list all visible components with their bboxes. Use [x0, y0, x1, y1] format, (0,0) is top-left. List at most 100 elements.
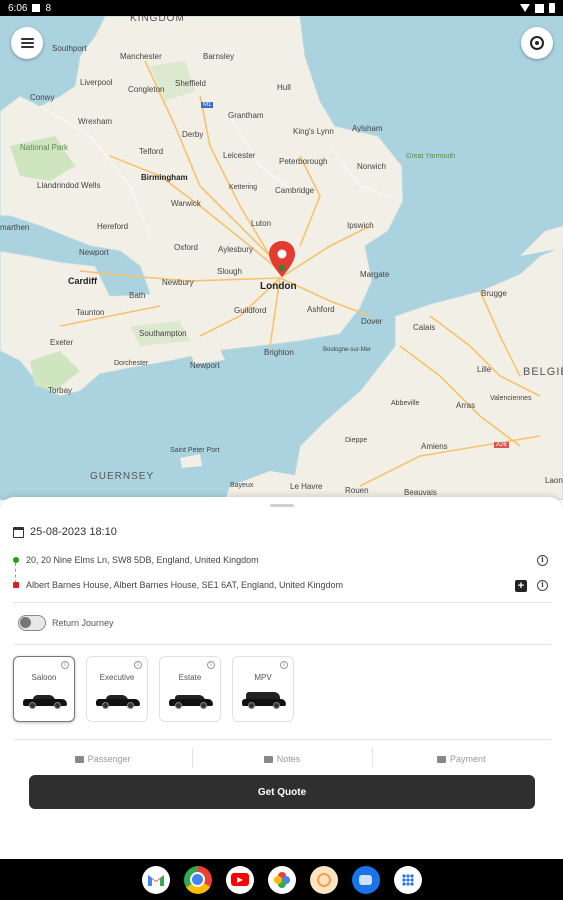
map-label: GUERNSEY	[90, 471, 155, 482]
tab-passenger[interactable]: Passenger	[13, 740, 192, 778]
map-label: Valenciennes	[490, 395, 532, 402]
tab-label: Payment	[450, 754, 486, 764]
map-label: Bath	[129, 291, 146, 300]
datetime-text: 25-08-2023 18:10	[30, 526, 117, 538]
my-location-button[interactable]	[521, 27, 553, 59]
tab-notes[interactable]: Notes	[192, 740, 371, 778]
map-label: Wrexham	[78, 117, 113, 126]
map-label: Leicester	[223, 151, 256, 160]
pickup-info-icon[interactable]: i	[537, 555, 548, 566]
map-label: Laon	[545, 476, 563, 485]
map-label: KINGDOM	[130, 16, 185, 24]
map-label-london: London	[260, 281, 297, 292]
map-label: Dorchester	[114, 360, 149, 367]
map-label: Southampton	[139, 329, 187, 338]
app-drawer-icon[interactable]	[393, 865, 422, 894]
map-label: Amiens	[421, 442, 448, 451]
map-label: Cardiff	[68, 276, 97, 286]
map-label: Congleton	[128, 85, 165, 94]
map-label: A26	[494, 442, 509, 448]
vehicle-name: Saloon	[31, 673, 57, 682]
map-label: Lille	[477, 365, 492, 374]
dropoff-address-text: Albert Barnes House, Albert Barnes House…	[26, 580, 344, 590]
divider	[13, 602, 551, 603]
tab-label: Passenger	[87, 754, 131, 764]
map-label: Slough	[217, 267, 242, 276]
map-label: Dover	[361, 317, 383, 326]
battery-icon	[549, 3, 555, 13]
map-label: Cambridge	[275, 186, 315, 195]
map-label: Rouen	[345, 486, 369, 495]
divider	[13, 644, 551, 645]
gmail-icon[interactable]	[141, 865, 170, 894]
map-label: Taunton	[76, 308, 105, 317]
map-label: Birmingham	[141, 173, 188, 182]
vehicle-card-saloon[interactable]: Saloon i	[13, 656, 75, 722]
youtube-icon[interactable]	[225, 865, 254, 894]
map-label: Manchester	[120, 52, 162, 61]
map-label: Newbury	[162, 278, 194, 287]
info-icon[interactable]: i	[61, 661, 69, 669]
map-label: Brighton	[264, 348, 294, 357]
info-icon[interactable]: i	[207, 661, 215, 669]
payment-icon	[437, 755, 447, 763]
estate-car-icon	[169, 695, 213, 709]
tab-label: Notes	[276, 754, 301, 764]
calendar-icon	[13, 526, 24, 538]
location-pin-icon[interactable]	[268, 240, 296, 278]
map-label: Aylsham	[352, 124, 383, 133]
dropoff-dot-icon	[13, 582, 19, 588]
map-label: marthen	[0, 223, 30, 232]
pickup-address-text: 20, 20 Nine Elms Ln, SW8 5DB, England, U…	[26, 555, 259, 565]
map-label: Warwick	[171, 199, 201, 208]
tab-payment[interactable]: Payment	[371, 740, 551, 778]
messages-icon[interactable]	[351, 865, 380, 894]
map-label: Great Yarmouth	[406, 153, 456, 160]
info-icon[interactable]: i	[134, 661, 142, 669]
status-indicator: 8	[45, 2, 52, 14]
vehicle-card-mpv[interactable]: MPV i	[232, 656, 294, 722]
map-label: Margate	[360, 270, 390, 279]
drag-handle[interactable]	[270, 504, 294, 507]
status-bar: 6:06 8	[0, 0, 563, 16]
map-label: Grantham	[228, 111, 264, 120]
hamburger-icon	[20, 38, 34, 48]
map-label: Arras	[456, 401, 476, 410]
detail-tabs: Passenger Notes Payment	[13, 739, 551, 778]
vehicle-name: Estate	[178, 673, 202, 682]
pickup-dot-icon	[13, 557, 19, 563]
get-quote-button[interactable]: Get Quote	[29, 775, 535, 809]
map-label: Saint Peter Port	[170, 447, 220, 454]
map-label: Norwich	[357, 162, 386, 171]
vehicle-name: MPV	[254, 673, 272, 682]
map-label: Liverpool	[80, 78, 113, 87]
info-icon[interactable]: i	[280, 661, 288, 669]
pickup-address[interactable]: 20, 20 Nine Elms Ln, SW8 5DB, England, U…	[13, 555, 259, 565]
menu-button[interactable]	[11, 27, 43, 59]
crosshair-icon	[530, 36, 544, 50]
map-label: Boulogne-sur-Mer	[323, 347, 372, 353]
map-label: Guildford	[234, 306, 267, 315]
map-view[interactable]: KINGDOM Southport Manchester Sheffield B…	[0, 16, 563, 500]
vehicle-name: Executive	[99, 673, 135, 682]
executive-car-icon	[96, 695, 140, 709]
dropoff-info-icon[interactable]: i	[537, 580, 548, 591]
vehicle-card-estate[interactable]: Estate i	[159, 656, 221, 722]
dropoff-address[interactable]: Albert Barnes House, Albert Barnes House…	[13, 580, 343, 590]
map-label: Telford	[139, 147, 164, 156]
app5-icon[interactable]	[309, 865, 338, 894]
chrome-icon[interactable]	[183, 865, 212, 894]
map-label: Bayeux	[230, 482, 254, 489]
signal-icon	[535, 3, 544, 13]
map-label: Llandrindod Wells	[37, 181, 101, 190]
vehicle-card-executive[interactable]: Executive i	[86, 656, 148, 722]
pickup-datetime[interactable]: 25-08-2023 18:10	[13, 526, 117, 538]
map-label: BELGIË	[523, 366, 563, 378]
mpv-car-icon	[242, 692, 286, 709]
map-label: Calais	[413, 323, 436, 332]
photos-icon[interactable]	[267, 865, 296, 894]
return-journey-label: Return Journey	[52, 618, 114, 628]
booking-sheet: 25-08-2023 18:10 20, 20 Nine Elms Ln, SW…	[0, 497, 563, 859]
return-journey-toggle[interactable]	[18, 615, 46, 631]
add-stop-icon[interactable]: +	[515, 580, 527, 592]
